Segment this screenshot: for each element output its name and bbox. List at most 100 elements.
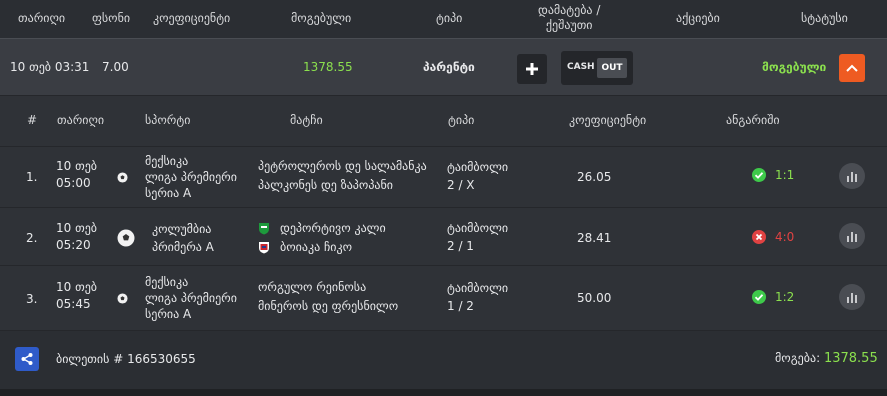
match-num: 3.	[26, 292, 38, 306]
home-team: დეპორტივო კალი	[280, 221, 386, 235]
col-type: ტიპი	[436, 11, 463, 25]
ticket-number: ბილეთის # 166530655	[56, 352, 196, 366]
plus-icon	[526, 63, 538, 75]
home-team: ორგულო რეინოსა	[258, 280, 367, 294]
match-odds: 26.05	[577, 170, 612, 184]
soccer-ball-icon	[117, 229, 135, 247]
match-type-name: ტაიმბოლი	[447, 160, 509, 174]
col-actions: აქციები	[676, 11, 720, 25]
col-num: #	[27, 113, 38, 127]
match-score: 1:1	[775, 168, 795, 182]
match-time: 05:20	[56, 238, 91, 252]
league-series: სერია A	[145, 307, 192, 321]
bet-date: 10 თებ 03:31	[10, 60, 90, 74]
match-day: 10 თებ	[56, 221, 97, 235]
match-type: ტაიმბოლი 2 / X	[447, 158, 508, 194]
match-type: ტაიმბოლი 2 / 1	[447, 219, 508, 255]
match-date: 10 თებ 05:45	[56, 279, 97, 313]
col-add-cashout-line1: დამატება /	[538, 3, 601, 17]
away-team: ბოიაკა ჩიკო	[280, 240, 353, 254]
share-button[interactable]	[15, 347, 39, 371]
match-time: 05:45	[56, 297, 91, 311]
check-circle-icon	[752, 168, 766, 182]
match-row: 1. 10 თებ 05:00 მექსიკა ლიგა პრემიერი სე…	[0, 147, 887, 208]
x-circle-icon	[752, 230, 766, 244]
col-add-cashout: დამატება / ქეშაუთი	[538, 3, 600, 33]
col-match-coefficient: კოეფიციენტი	[569, 113, 647, 127]
bar-chart-icon	[847, 171, 857, 182]
bet-stake: 7.00	[102, 60, 129, 74]
total-win-value: 1378.55	[823, 351, 878, 366]
match-date: 10 თებ 05:00	[56, 158, 97, 192]
share-icon	[21, 353, 33, 365]
match-time: 05:00	[56, 176, 91, 190]
chevron-up-icon	[846, 64, 858, 72]
match-league: მექსიკა ლიგა პრემიერი სერია A	[145, 153, 237, 201]
league-name: პრიმერა A	[152, 240, 214, 254]
cash-label: CASH	[567, 62, 595, 72]
bet-summary-row[interactable]: 10 თებ 03:31 7.00 1378.55 პარენტი CASH O…	[0, 38, 887, 96]
league-name: ლიგა პრემიერი	[145, 170, 237, 184]
league-country: მექსიკა	[145, 154, 189, 168]
match-type: ტაიმბოლი 1 / 2	[447, 279, 508, 315]
total-win: მოგება: 1378.55	[775, 351, 878, 366]
home-team: პეტროლეროს დე სალამანკა	[258, 159, 427, 173]
match-stats-button[interactable]	[839, 223, 865, 249]
match-result: 4:0	[752, 230, 794, 244]
col-match-date: თარიღი	[57, 113, 105, 127]
match-odds: 28.41	[577, 231, 612, 245]
bar-chart-icon	[847, 231, 857, 242]
col-coefficient: კოეფიციენტი	[153, 11, 231, 25]
bottom-divider	[0, 389, 887, 396]
ticket-footer: ბილეთის # 166530655 მოგება: 1378.55	[0, 331, 887, 389]
match-score: 1:2	[775, 290, 795, 304]
col-stake: ფსონი	[92, 11, 131, 25]
match-row: 3. 10 თებ 05:45 მექსიკა ლიგა პრემიერი სე…	[0, 266, 887, 331]
col-match: მატჩი	[290, 113, 323, 127]
match-odds: 50.00	[577, 291, 612, 305]
cashout-control: CASH OUT	[561, 51, 633, 85]
match-result: 1:1	[752, 168, 794, 182]
matches-table-header: # თარიღი სპორტი მატჩი ტიპი კოეფიციენტი ა…	[0, 96, 887, 147]
check-circle-icon	[752, 290, 766, 304]
match-num: 2.	[26, 231, 38, 245]
col-add-cashout-line2: ქეშაუთი	[545, 18, 593, 32]
league-country: კოლუმბია	[152, 222, 212, 236]
match-type-name: ტაიმბოლი	[447, 221, 509, 235]
col-score: ანგარიში	[726, 113, 780, 127]
bet-win-amount: 1378.55	[303, 60, 353, 74]
match-date: 10 თებ 05:20	[56, 220, 97, 254]
bets-table-header: თარიღი ფსონი კოეფიციენტი მოგებული ტიპი დ…	[0, 0, 887, 38]
match-stats-button[interactable]	[839, 163, 865, 189]
away-team: პალკონეს დე ზაპოპანი	[258, 178, 393, 192]
league-series: სერია A	[145, 186, 192, 200]
match-day: 10 თებ	[56, 280, 97, 294]
home-team-line: დეპორტივო კალი	[258, 219, 386, 238]
league-country: მექსიკა	[145, 275, 189, 289]
col-win: მოგებული	[291, 11, 352, 25]
match-teams: ორგულო რეინოსა მინეროს დე ფრესნილო	[258, 278, 398, 316]
away-team: მინეროს დე ფრესნილო	[258, 299, 399, 313]
match-league: კოლუმბია პრიმერა A	[152, 220, 214, 256]
cashout-button[interactable]: OUT	[597, 58, 627, 78]
total-win-label: მოგება:	[775, 351, 821, 365]
match-num: 1.	[26, 170, 38, 184]
match-teams: პეტროლეროს დე სალამანკა პალკონეს დე ზაპო…	[258, 157, 427, 195]
match-type-pick: 2 / X	[447, 178, 475, 192]
match-stats-button[interactable]	[839, 284, 865, 310]
soccer-ball-icon	[117, 172, 128, 183]
match-row: 2. 10 თებ 05:20 კოლუმბია პრიმერა A დეპორ…	[0, 208, 887, 266]
status-badge: მოგებული	[762, 60, 827, 74]
match-result: 1:2	[752, 290, 794, 304]
match-type-pick: 2 / 1	[447, 239, 474, 253]
collapse-button[interactable]	[839, 54, 865, 82]
match-type-pick: 1 / 2	[447, 299, 474, 313]
match-score: 4:0	[775, 230, 795, 244]
away-team-line: ბოიაკა ჩიკო	[258, 238, 386, 257]
match-day: 10 თებ	[56, 159, 97, 173]
bet-type: პარენტი	[423, 60, 475, 74]
col-status: სტატუსი	[801, 11, 848, 25]
team-crest-icon	[259, 223, 269, 235]
add-button[interactable]	[517, 54, 547, 84]
col-match-type: ტიპი	[448, 113, 475, 127]
